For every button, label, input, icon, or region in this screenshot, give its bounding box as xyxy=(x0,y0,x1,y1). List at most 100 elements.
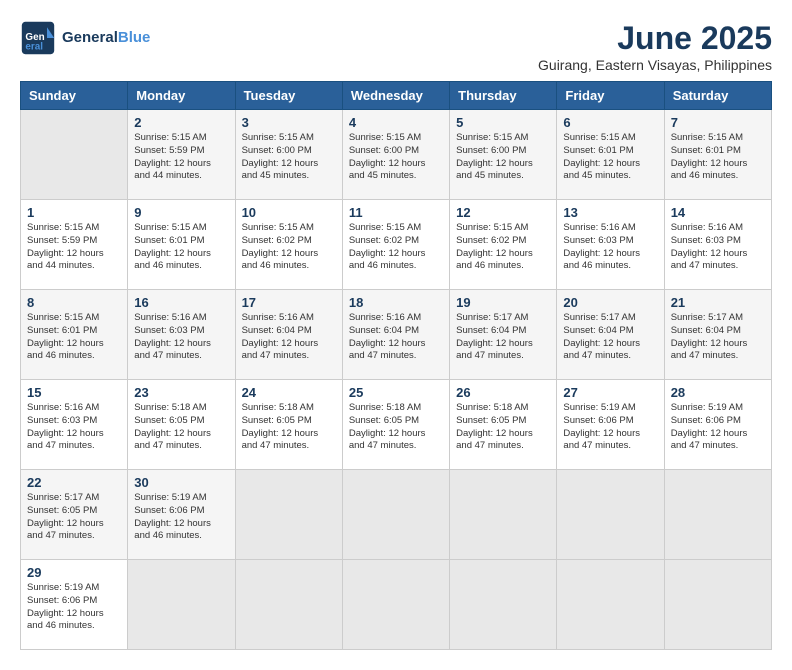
table-cell xyxy=(450,560,557,650)
day-number: 26 xyxy=(456,385,550,400)
day-number: 23 xyxy=(134,385,228,400)
table-cell: 18Sunrise: 5:16 AMSunset: 6:04 PMDayligh… xyxy=(342,290,449,380)
day-number: 29 xyxy=(27,565,121,580)
day-number: 2 xyxy=(134,115,228,130)
day-number: 11 xyxy=(349,205,443,220)
day-number: 1 xyxy=(27,205,121,220)
table-cell: 16Sunrise: 5:16 AMSunset: 6:03 PMDayligh… xyxy=(128,290,235,380)
day-number: 21 xyxy=(671,295,765,310)
day-info: Sunrise: 5:15 AMSunset: 6:02 PMDaylight:… xyxy=(242,222,336,273)
table-cell: 17 Sunrise: 5:16 AMSunset: 6:04 PMDayligh… xyxy=(235,290,342,380)
day-info: Sunrise: 5:17 AMSunset: 6:04 PMDaylight:… xyxy=(456,312,550,363)
day-number: 6 xyxy=(563,115,657,130)
day-number: 7 xyxy=(671,115,765,130)
table-cell xyxy=(664,560,771,650)
day-info: Sunrise: 5:15 AMSunset: 6:00 PMDaylight:… xyxy=(456,132,550,183)
day-info: Sunrise: 5:15 AMSunset: 5:59 PMDaylight:… xyxy=(134,132,228,183)
day-info: Sunrise: 5:16 AMSunset: 6:04 PMDaylight:… xyxy=(242,312,336,363)
table-cell xyxy=(557,470,664,560)
day-number: 8 xyxy=(27,295,121,310)
table-cell: 4 Sunrise: 5:15 AMSunset: 6:00 PMDaylight… xyxy=(342,110,449,200)
day-number: 3 xyxy=(242,115,336,130)
svg-text:eral: eral xyxy=(25,42,43,53)
table-cell: 14 Sunrise: 5:16 AMSunset: 6:03 PMDayligh… xyxy=(664,200,771,290)
table-cell: 2 Sunrise: 5:15 AMSunset: 5:59 PMDaylight… xyxy=(128,110,235,200)
table-cell xyxy=(235,470,342,560)
col-friday: Friday xyxy=(557,82,664,110)
table-row: 22 Sunrise: 5:17 AMSunset: 6:05 PMDayligh… xyxy=(21,470,772,560)
logo-text: GeneralBlue xyxy=(62,29,150,47)
day-info: Sunrise: 5:15 AMSunset: 6:00 PMDaylight:… xyxy=(349,132,443,183)
col-wednesday: Wednesday xyxy=(342,82,449,110)
day-number: 13 xyxy=(563,205,657,220)
day-number: 20 xyxy=(563,295,657,310)
calendar-header-row: Sunday Monday Tuesday Wednesday Thursday… xyxy=(21,82,772,110)
table-cell: 13 Sunrise: 5:16 AMSunset: 6:03 PMDayligh… xyxy=(557,200,664,290)
table-cell: 11 Sunrise: 5:15 AMSunset: 6:02 PMDayligh… xyxy=(342,200,449,290)
day-number: 4 xyxy=(349,115,443,130)
header: Gen eral GeneralBlue June 2025 Guirang, … xyxy=(20,20,772,73)
table-cell: 24Sunrise: 5:18 AMSunset: 6:05 PMDayligh… xyxy=(235,380,342,470)
table-row: 15Sunrise: 5:16 AMSunset: 6:03 PMDayligh… xyxy=(21,380,772,470)
day-number: 5 xyxy=(456,115,550,130)
day-number: 10 xyxy=(242,205,336,220)
title-area: June 2025 Guirang, Eastern Visayas, Phil… xyxy=(538,20,772,73)
table-cell: 1Sunrise: 5:15 AMSunset: 5:59 PMDaylight… xyxy=(21,200,128,290)
col-saturday: Saturday xyxy=(664,82,771,110)
table-cell xyxy=(450,470,557,560)
day-info: Sunrise: 5:15 AMSunset: 6:01 PMDaylight:… xyxy=(134,222,228,273)
day-number: 15 xyxy=(27,385,121,400)
logo: Gen eral GeneralBlue xyxy=(20,20,150,56)
day-number: 22 xyxy=(27,475,121,490)
day-info: Sunrise: 5:19 AMSunset: 6:06 PMDaylight:… xyxy=(134,492,228,543)
table-cell: 27 Sunrise: 5:19 AMSunset: 6:06 PMDayligh… xyxy=(557,380,664,470)
table-cell: 7 Sunrise: 5:15 AMSunset: 6:01 PMDaylight… xyxy=(664,110,771,200)
day-info: Sunrise: 5:18 AMSunset: 6:05 PMDaylight:… xyxy=(456,402,550,453)
table-row: 8 Sunrise: 5:15 AMSunset: 6:01 PMDaylight… xyxy=(21,290,772,380)
day-info: Sunrise: 5:16 AMSunset: 6:03 PMDaylight:… xyxy=(671,222,765,273)
day-info: Sunrise: 5:15 AMSunset: 6:02 PMDaylight:… xyxy=(349,222,443,273)
day-info: Sunrise: 5:17 AMSunset: 6:04 PMDaylight:… xyxy=(563,312,657,363)
day-number: 14 xyxy=(671,205,765,220)
day-number: 19 xyxy=(456,295,550,310)
calendar-table: Sunday Monday Tuesday Wednesday Thursday… xyxy=(20,81,772,650)
month-title: June 2025 xyxy=(538,20,772,57)
table-cell: 22 Sunrise: 5:17 AMSunset: 6:05 PMDayligh… xyxy=(21,470,128,560)
day-info: Sunrise: 5:17 AMSunset: 6:04 PMDaylight:… xyxy=(671,312,765,363)
table-row: 2 Sunrise: 5:15 AMSunset: 5:59 PMDaylight… xyxy=(21,110,772,200)
day-info: Sunrise: 5:15 AMSunset: 6:01 PMDaylight:… xyxy=(27,312,121,363)
table-cell xyxy=(557,560,664,650)
table-cell xyxy=(664,470,771,560)
day-info: Sunrise: 5:18 AMSunset: 6:05 PMDaylight:… xyxy=(134,402,228,453)
day-number: 17 xyxy=(242,295,336,310)
col-tuesday: Tuesday xyxy=(235,82,342,110)
location-title: Guirang, Eastern Visayas, Philippines xyxy=(538,57,772,73)
day-info: Sunrise: 5:16 AMSunset: 6:03 PMDaylight:… xyxy=(134,312,228,363)
table-cell: 10 Sunrise: 5:15 AMSunset: 6:02 PMDayligh… xyxy=(235,200,342,290)
table-cell: 12Sunrise: 5:15 AMSunset: 6:02 PMDayligh… xyxy=(450,200,557,290)
day-info: Sunrise: 5:19 AMSunset: 6:06 PMDaylight:… xyxy=(563,402,657,453)
table-cell: 23 Sunrise: 5:18 AMSunset: 6:05 PMDayligh… xyxy=(128,380,235,470)
day-info: Sunrise: 5:18 AMSunset: 6:05 PMDaylight:… xyxy=(242,402,336,453)
day-info: Sunrise: 5:15 AMSunset: 6:00 PMDaylight:… xyxy=(242,132,336,183)
table-cell xyxy=(21,110,128,200)
table-row: 1Sunrise: 5:15 AMSunset: 5:59 PMDaylight… xyxy=(21,200,772,290)
day-number: 25 xyxy=(349,385,443,400)
table-cell: 19 Sunrise: 5:17 AMSunset: 6:04 PMDayligh… xyxy=(450,290,557,380)
table-cell: 30Sunrise: 5:19 AMSunset: 6:06 PMDayligh… xyxy=(128,470,235,560)
day-number: 28 xyxy=(671,385,765,400)
day-info: Sunrise: 5:16 AMSunset: 6:03 PMDaylight:… xyxy=(563,222,657,273)
day-info: Sunrise: 5:16 AMSunset: 6:04 PMDaylight:… xyxy=(349,312,443,363)
col-sunday: Sunday xyxy=(21,82,128,110)
table-cell xyxy=(235,560,342,650)
day-info: Sunrise: 5:19 AMSunset: 6:06 PMDaylight:… xyxy=(27,582,121,633)
day-number: 27 xyxy=(563,385,657,400)
table-cell: 6Sunrise: 5:15 AMSunset: 6:01 PMDaylight… xyxy=(557,110,664,200)
day-info: Sunrise: 5:18 AMSunset: 6:05 PMDaylight:… xyxy=(349,402,443,453)
day-info: Sunrise: 5:15 AMSunset: 6:01 PMDaylight:… xyxy=(671,132,765,183)
table-cell: 3 Sunrise: 5:15 AMSunset: 6:00 PMDaylight… xyxy=(235,110,342,200)
day-info: Sunrise: 5:17 AMSunset: 6:05 PMDaylight:… xyxy=(27,492,121,543)
table-cell: 26 Sunrise: 5:18 AMSunset: 6:05 PMDayligh… xyxy=(450,380,557,470)
col-monday: Monday xyxy=(128,82,235,110)
day-info: Sunrise: 5:19 AMSunset: 6:06 PMDaylight:… xyxy=(671,402,765,453)
